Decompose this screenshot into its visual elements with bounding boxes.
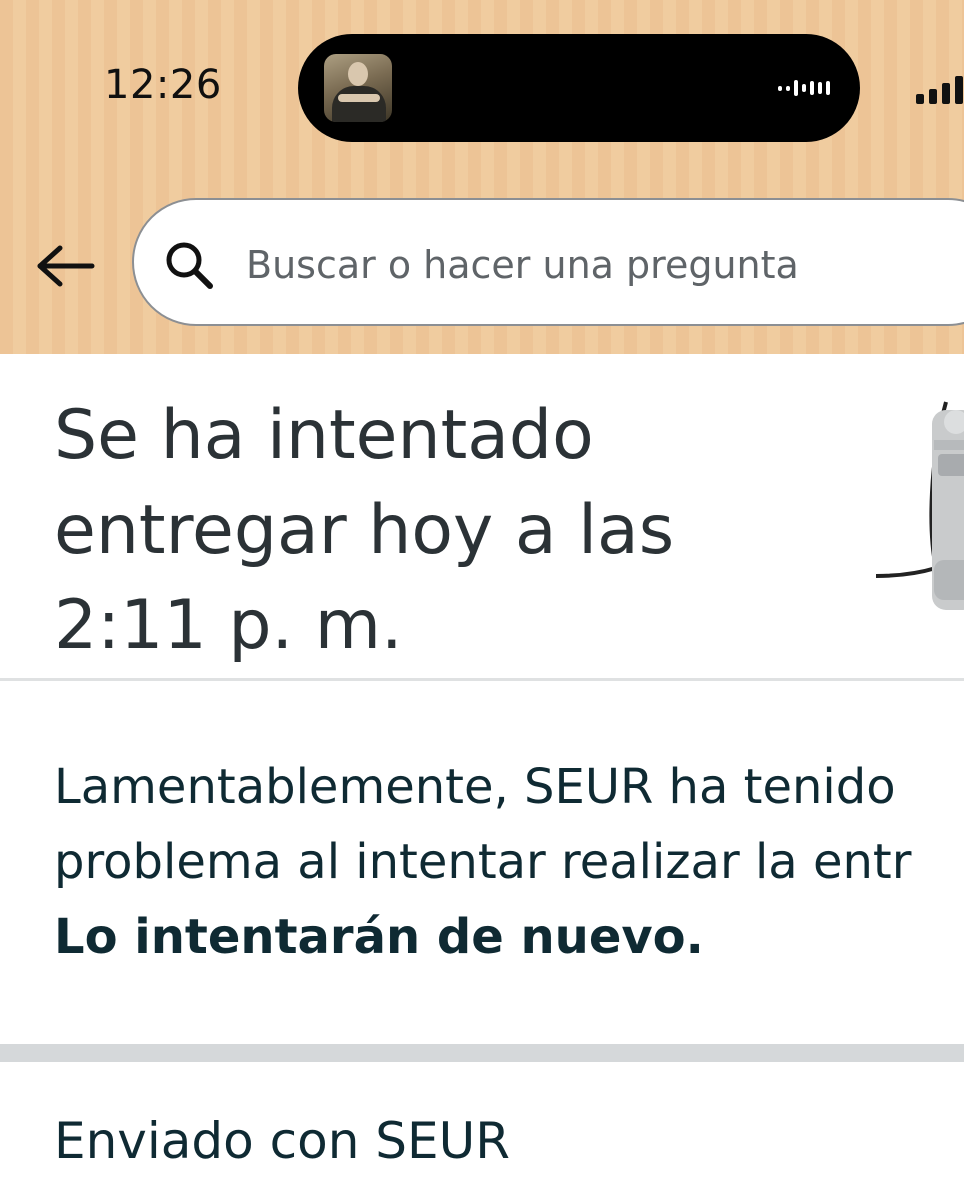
back-arrow-icon[interactable] bbox=[36, 244, 96, 288]
delivery-message: Lamentablemente, SEUR ha tenido problema… bbox=[54, 750, 964, 975]
delivery-message-line: problema al intentar realizar la entr bbox=[54, 834, 912, 890]
search-placeholder: Buscar o hacer una pregunta bbox=[246, 243, 799, 287]
now-playing-thumbnail[interactable] bbox=[324, 54, 392, 122]
delivery-status-title: Se ha intentado entregar hoy a las 2:11 … bbox=[54, 396, 675, 665]
audio-waveform-icon bbox=[778, 78, 830, 98]
cellular-signal-icon bbox=[916, 76, 963, 104]
delivery-message-line: Lamentablemente, SEUR ha tenido bbox=[54, 759, 896, 815]
search-input[interactable]: Buscar o hacer una pregunta bbox=[132, 198, 964, 326]
app-header: 12:26 Buscar o hacer una pregunta bbox=[0, 0, 964, 354]
product-image[interactable] bbox=[875, 380, 964, 620]
retry-notice: Lo intentarán de nuevo. bbox=[54, 909, 704, 965]
status-bar-time: 12:26 bbox=[104, 62, 222, 108]
section-separator bbox=[0, 1044, 964, 1062]
dynamic-island[interactable] bbox=[298, 34, 860, 142]
section-divider bbox=[0, 678, 964, 681]
search-icon bbox=[162, 238, 216, 292]
order-tracking-screen: 12:26 Buscar o hacer una pregunta Se ha … bbox=[0, 0, 964, 1200]
carrier-label: Enviado con SEUR bbox=[54, 1112, 510, 1170]
